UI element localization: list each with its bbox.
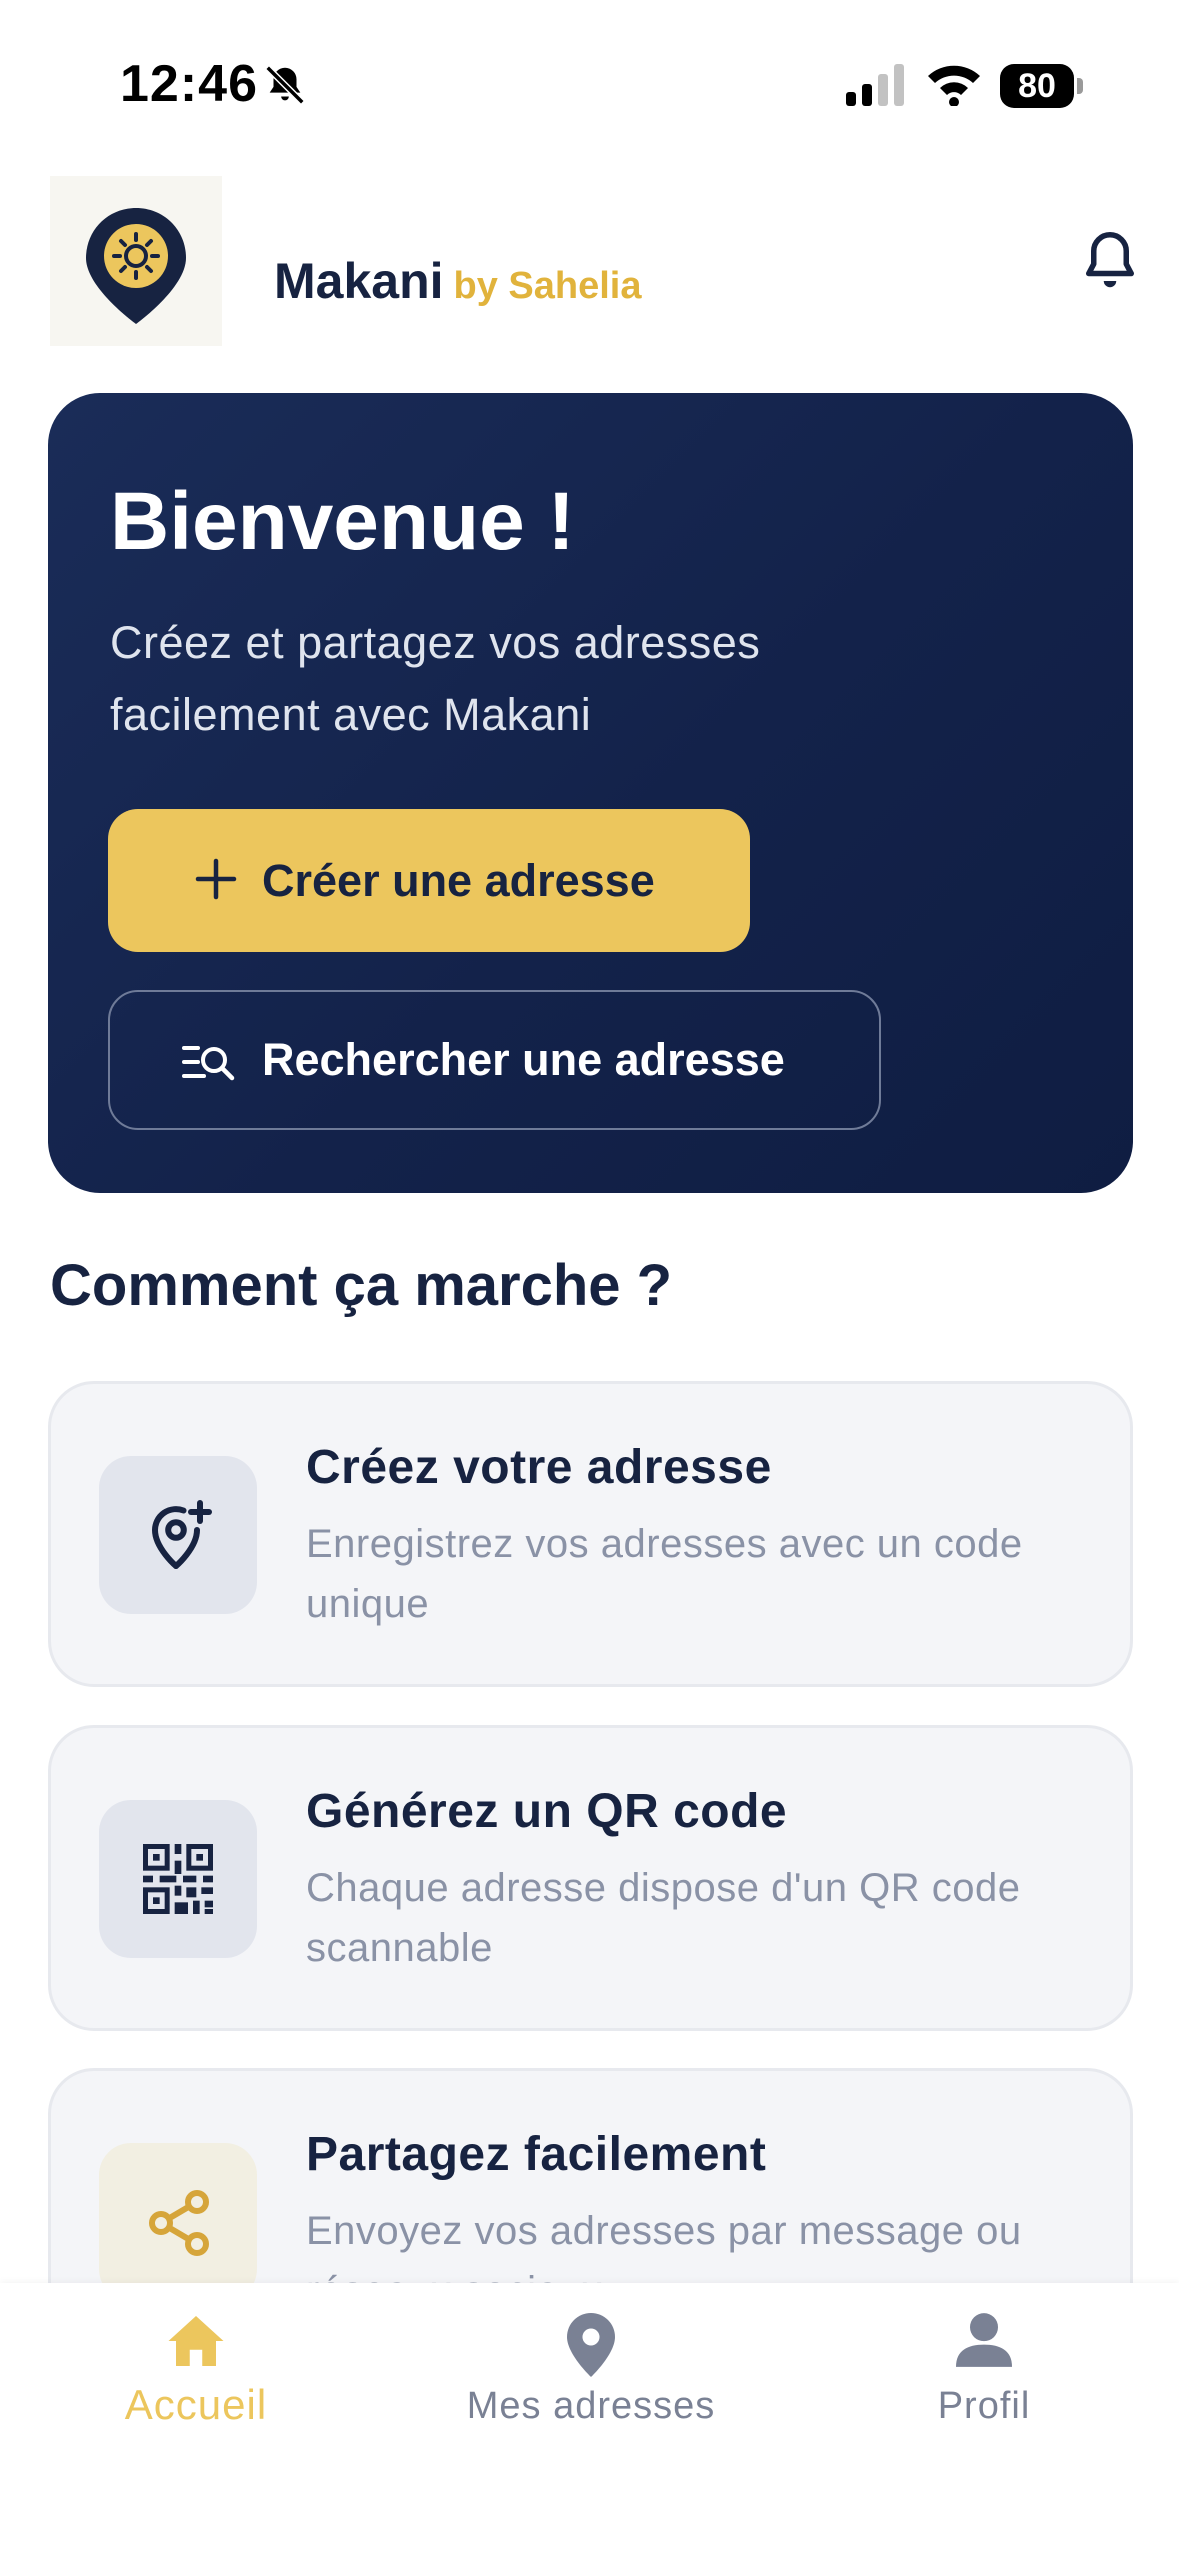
welcome-title: Bienvenue ! [110,476,575,567]
app-logo [50,176,222,346]
step-card-qr[interactable]: Générez un QR code Chaque adresse dispos… [48,1725,1133,2031]
step-description: Chaque adresse dispose d'un QR code scan… [306,1866,1021,1970]
nav-label: Profil [937,2385,1031,2427]
how-it-works-title: Comment ça marche ? [50,1253,673,1318]
nav-item-addresses[interactable]: Mes adresses [441,2283,741,2483]
brand-by: by Sahelia [453,265,642,307]
bell-slash-icon [262,62,308,113]
share-icon [149,2190,209,2256]
qr-code-icon [143,1844,213,1914]
map-pin-icon [567,2313,615,2377]
step-title: Créez votre adresse [306,1441,772,1494]
battery-icon: 80 [1000,64,1083,108]
notifications-button[interactable] [1080,228,1140,294]
step-title: Générez un QR code [306,1785,788,1838]
welcome-subtitle: Créez et partagez vos adresses facilemen… [110,617,761,740]
step-icon-box [99,1800,257,1958]
step-description: Enregistrez vos adresses avec un code un… [306,1522,1023,1626]
step-icon-box [99,1456,257,1614]
create-address-button[interactable]: Créer une adresse [108,809,750,952]
plus-icon [192,855,240,908]
status-bar: 12:46 80 [0,0,1179,170]
step-icon-box [99,2143,257,2301]
cellular-signal-icon [846,64,906,111]
bell-icon [1086,232,1134,288]
wifi-icon [926,62,982,111]
person-icon [956,2313,1012,2367]
search-address-label: Rechercher une adresse [262,1034,785,1085]
location-add-icon [151,1500,212,1569]
nav-label: Accueil [124,2381,268,2428]
create-address-label: Créer une adresse [262,855,655,906]
brand-name: Makani [274,253,444,309]
battery-level: 80 [1018,67,1056,105]
status-time: 12:46 [120,55,258,113]
step-title: Partagez facilement [306,2128,767,2181]
nav-item-home[interactable]: Accueil [46,2283,346,2483]
nav-item-profile[interactable]: Profil [834,2283,1134,2483]
home-icon [168,2316,224,2366]
search-list-icon [182,1042,236,1087]
brand-title: Makani by Sahelia [274,252,642,310]
bottom-nav: Accueil Mes adresses Profil [0,2283,1179,2556]
welcome-card: Bienvenue ! Créez et partagez vos adress… [48,393,1133,1193]
search-address-button[interactable]: Rechercher une adresse [108,990,881,1130]
map-pin-sun-icon [86,208,186,324]
nav-label: Mes adresses [466,2385,716,2427]
step-card-create[interactable]: Créez votre adresse Enregistrez vos adre… [48,1381,1133,1687]
